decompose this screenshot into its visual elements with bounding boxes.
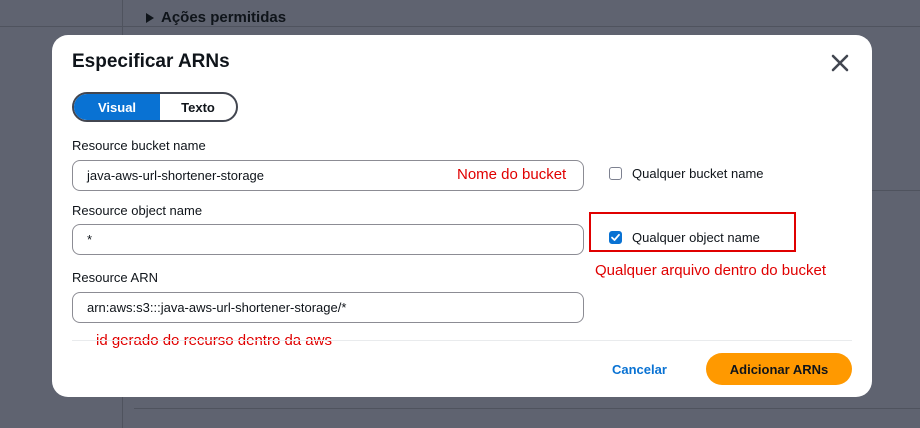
- background-divider: [0, 26, 920, 27]
- any-object-label: Qualquer object name: [632, 230, 760, 245]
- object-name-label: Resource object name: [72, 203, 203, 218]
- resource-arn-label: Resource ARN: [72, 270, 158, 285]
- object-name-input[interactable]: *: [72, 224, 584, 255]
- tab-visual[interactable]: Visual: [74, 94, 160, 120]
- any-bucket-label: Qualquer bucket name: [632, 166, 764, 181]
- background-section-title: Ações permitidas: [161, 9, 287, 26]
- bucket-name-label: Resource bucket name: [72, 138, 206, 153]
- background-section-header: Ações permitidas: [146, 9, 286, 26]
- close-button[interactable]: [828, 51, 852, 75]
- object-annotation: Qualquer arquivo dentro do bucket: [595, 262, 826, 279]
- caret-right-icon: [146, 12, 154, 23]
- mode-toggle: Visual Texto: [72, 92, 238, 122]
- close-icon: [831, 54, 849, 72]
- cancel-button[interactable]: Cancelar: [612, 353, 667, 385]
- footer-divider: [72, 340, 852, 341]
- checkmark-icon: [611, 233, 620, 241]
- tab-texto[interactable]: Texto: [160, 94, 236, 120]
- bucket-annotation: Nome do bucket: [457, 166, 567, 183]
- add-arns-button[interactable]: Adicionar ARNs: [706, 353, 852, 385]
- background-divider: [134, 408, 920, 409]
- any-object-checkbox[interactable]: [609, 231, 622, 244]
- any-bucket-checkbox-row[interactable]: Qualquer bucket name: [609, 166, 764, 181]
- any-object-checkbox-row[interactable]: Qualquer object name: [609, 230, 760, 245]
- modal-title: Especificar ARNs: [72, 51, 230, 72]
- any-bucket-checkbox[interactable]: [609, 167, 622, 180]
- resource-arn-input[interactable]: arn:aws:s3:::java-aws-url-shortener-stor…: [72, 292, 584, 323]
- specify-arns-modal: Especificar ARNs Visual Texto Resource b…: [52, 35, 872, 397]
